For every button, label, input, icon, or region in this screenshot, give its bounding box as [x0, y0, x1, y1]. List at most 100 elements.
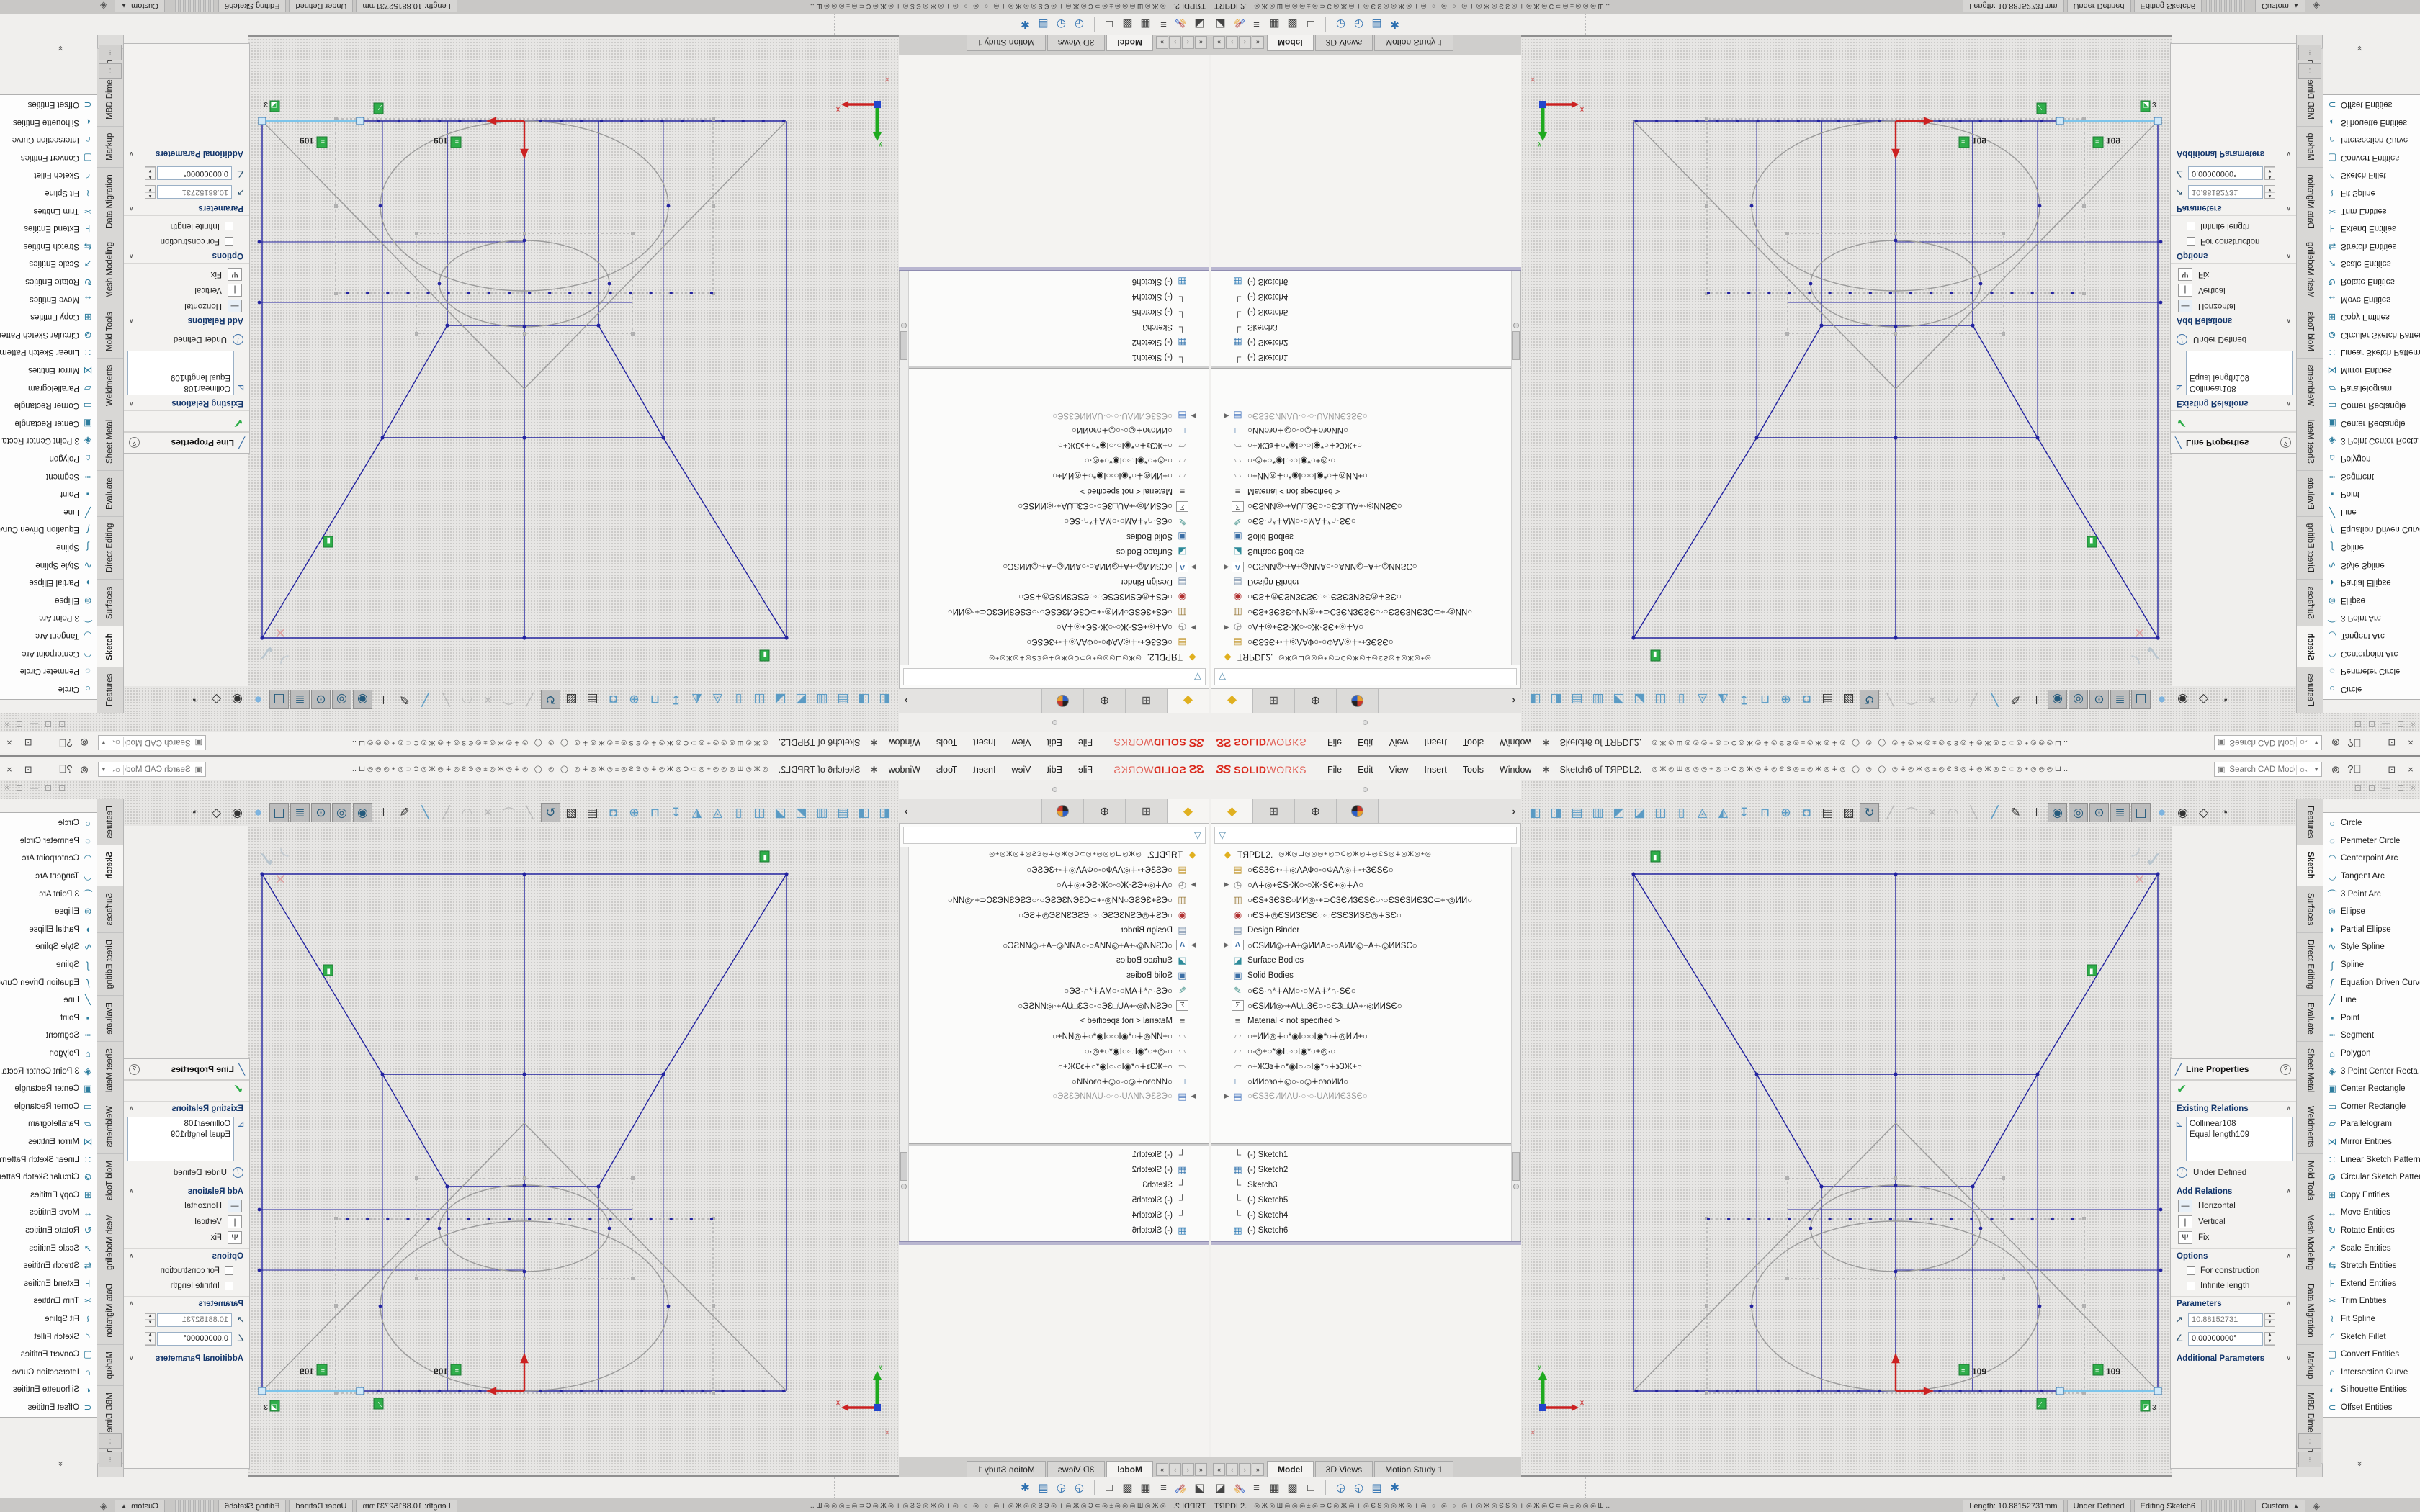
toolbar-icon[interactable]: ◉ [2048, 690, 2067, 709]
relation-button-row[interactable]: ❘ Vertical [2171, 1214, 2297, 1230]
flyout-tool[interactable]: ↗ Scale Entities [2323, 255, 2420, 273]
flyout-tool[interactable]: ◌ Perimeter Circle [2323, 662, 2420, 680]
toolbar-icon[interactable]: ◪ [771, 690, 790, 709]
flyout-tool[interactable]: ⌒ 3 Point Arc [2323, 885, 2420, 903]
flyout-tool[interactable]: ⊚ Circular Sketch Pattern [2323, 1169, 2420, 1187]
next-tab-icon[interactable]: › [1239, 1463, 1251, 1476]
splitter-knob[interactable] [1513, 1184, 1519, 1189]
flyout-tool[interactable]: ◡ Tangent Arc [2323, 868, 2420, 886]
toolbar-icon[interactable]: ◔ [2215, 690, 2234, 709]
relation-item[interactable]: Collinear108 [2190, 1119, 2289, 1130]
relation-item[interactable]: Collinear108 [131, 382, 230, 393]
toolbar-icon[interactable]: ▯ [1672, 803, 1691, 822]
parameter-input[interactable]: 10.88152731 [2188, 1313, 2263, 1327]
flyout-tool[interactable]: ▭ Corner Rectangle [2323, 1098, 2420, 1116]
accept-sketch-icon[interactable]: ✓ [257, 847, 275, 873]
sync-icon[interactable]: ◶ [1070, 1479, 1088, 1496]
flyout-tool[interactable]: ◗ Partial Ellipse [2323, 921, 2420, 939]
flyout-tool[interactable]: ◠ Centerpoint Arc [2323, 644, 2420, 662]
command-tab[interactable]: Mold Tools [2297, 1154, 2323, 1207]
doc-tile-icon[interactable]: ⊡ [45, 719, 52, 729]
hatch-icon[interactable]: ▩ [1119, 16, 1137, 33]
doc-tile-icon[interactable]: ⊡ [2368, 783, 2375, 793]
menu-item[interactable]: Insert [965, 762, 1003, 777]
toolbar-icon[interactable]: ◘ [1797, 690, 1816, 709]
flyout-tool[interactable]: ⊂ Offset Entities [2323, 1399, 2420, 1417]
scrollbar-thumb[interactable] [900, 331, 908, 360]
tree-row[interactable]: ▶ ∟ ○ИИo϶o∔◎○◦○◎∔o϶oИИ○ [908, 423, 1209, 438]
toolbar-icon[interactable]: ◧ [1525, 690, 1545, 709]
menu-item[interactable]: Insert [965, 736, 1003, 750]
panel-split-bar[interactable] [899, 267, 1209, 271]
sketch-row[interactable]: ▶ └ (-) Sketch4 [1211, 1207, 1512, 1223]
toolbar-icon[interactable]: ◔ [186, 690, 205, 709]
tree-row[interactable]: ▶ ✎ ○ЄЅ·∩*∔ΑМ○◦○МΑ∔*∩·ЅЄ○ [908, 514, 1209, 529]
toolbar-icon[interactable]: ╱ [520, 803, 539, 822]
toolbar-icon[interactable]: ⊓ [1755, 690, 1775, 709]
eraser-icon[interactable]: ◪ [1211, 1479, 1229, 1496]
flyout-tool[interactable]: ◜ Sketch Fillet [2323, 1328, 2420, 1346]
collapse-icon[interactable]: ∧ [129, 1104, 134, 1112]
menu-item[interactable]: Edit [1350, 736, 1381, 750]
tree-row[interactable]: ▶ ◷ ○Λ∔◎+ЄЅ◦Ж○◦○Ж◦ЅЄ+◎∔Λ○ [908, 877, 1209, 892]
toolbar-icon[interactable]: ◎ [332, 690, 351, 709]
flyout-tool[interactable]: ⊞ Copy Entities [0, 1186, 97, 1204]
command-tab[interactable]: Direct Editing [97, 516, 123, 579]
toolbar-icon[interactable]: ◠ [457, 803, 477, 822]
toolbar-icon[interactable]: ⊙ [311, 803, 331, 822]
flyout-tool[interactable]: ⊜ Ellipse [0, 591, 97, 609]
tree-row[interactable]: ▶ ▱ ○·◎+○*◉Ι○◦○Ι◉*○+◎·○ [908, 454, 1209, 469]
search-icon[interactable]: ○˴ [109, 738, 124, 748]
account-icon[interactable]: ⊚ [2326, 737, 2345, 750]
strip-scroll-up[interactable]: ⋮ [2298, 1433, 2321, 1449]
tree-row[interactable]: ▶ ▤ ○ЄЅЗЄИИΛU·○◦○·UΛИИЄЗЅЄ○ [908, 408, 1209, 423]
menu-item[interactable]: File [1070, 736, 1101, 750]
flyout-tool[interactable]: ◌ Perimeter Circle [0, 662, 97, 680]
flyout-tool[interactable]: ┅ Segment [2323, 467, 2420, 485]
toolbar-icon[interactable]: ╱ [416, 690, 435, 709]
tag-icon[interactable]: ◈ [100, 1500, 107, 1512]
flyout-tool[interactable]: ∷ Linear Sketch Pattern [2323, 1151, 2420, 1169]
toolbar-icon[interactable]: ◫ [750, 803, 769, 822]
tree-row[interactable]: ▶ ▣ Solid Bodies [1211, 529, 1512, 544]
dimension-label[interactable]: 109 [2106, 1367, 2120, 1377]
flyout-tool[interactable]: ◗ Partial Ellipse [2323, 574, 2420, 592]
flyout-tool[interactable]: ○ Circle [2323, 814, 2420, 832]
tree-row[interactable]: ▶ ◪ Surface Bodies [1211, 953, 1512, 968]
toolbar-icon[interactable]: ╲ [1964, 803, 1984, 822]
doc-maximize-icon[interactable]: ⊡ [16, 783, 23, 793]
splitter-knob[interactable] [901, 323, 907, 328]
flyout-tool[interactable]: ⊚ Circular Sketch Pattern [0, 1169, 97, 1187]
flyout-tool[interactable]: ⌂ Polygon [0, 1045, 97, 1063]
relation-button-row[interactable]: — Horizontal [2171, 298, 2297, 314]
toolbar-icon[interactable]: ◫ [1651, 803, 1670, 822]
search-dropdown-icon[interactable]: ▼ [2311, 739, 2321, 746]
sketch-row[interactable]: ▶ └ (-) Sketch4 [908, 1207, 1209, 1223]
flyout-tool[interactable]: ▭ Corner Rectangle [2323, 397, 2420, 415]
tree-filter[interactable]: ▽ [1214, 668, 1517, 685]
sketch-row[interactable]: ▶ └ (-) Sketch5 [908, 305, 1209, 320]
doc-tab[interactable]: Model [1106, 35, 1153, 51]
scrollbar-thumb[interactable] [1512, 1152, 1520, 1181]
strip-scroll-down[interactable]: ⋮ [99, 45, 122, 60]
flyout-tool[interactable]: ↗ Scale Entities [0, 1239, 97, 1257]
flyout-tool[interactable]: ◠ Centerpoint Arc [0, 850, 97, 868]
sketch-row[interactable]: ▶ └ (-) Sketch5 [1211, 305, 1512, 320]
expander-icon[interactable]: ▶ [1222, 412, 1232, 420]
doc-tab[interactable]: 3D Views [1047, 1461, 1105, 1477]
command-tab[interactable]: Sheet Metal [97, 413, 123, 470]
toolbar-overflow-chevron-icon[interactable]: » [54, 1461, 65, 1464]
flyout-tool[interactable]: ◡ Tangent Arc [0, 627, 97, 645]
toolbar-icon[interactable]: ╱ [1985, 690, 2004, 709]
toolbar-icon[interactable]: ▤ [833, 803, 853, 822]
toolbar-icon[interactable]: ◘ [604, 690, 623, 709]
tree-row[interactable]: ▶ ▤ ○ЄЅЗЄИИΛU·○◦○·UΛИИЄЗЅЄ○ [1211, 408, 1512, 423]
sketch-row[interactable]: ▶ └ (-) Sketch1 [908, 1147, 1209, 1162]
toolbar-icon[interactable]: ◠ [1943, 690, 1963, 709]
command-tab[interactable]: Mold Tools [2297, 305, 2323, 358]
unit-system-selector[interactable]: Custom▲ [2255, 1500, 2305, 1512]
flyout-tool[interactable]: ┅ Segment [2323, 1027, 2420, 1045]
relation-button-row[interactable]: — Horizontal [123, 1198, 249, 1214]
toolbar-icon[interactable]: ✎ [2006, 803, 2025, 822]
search-input[interactable] [124, 765, 192, 775]
